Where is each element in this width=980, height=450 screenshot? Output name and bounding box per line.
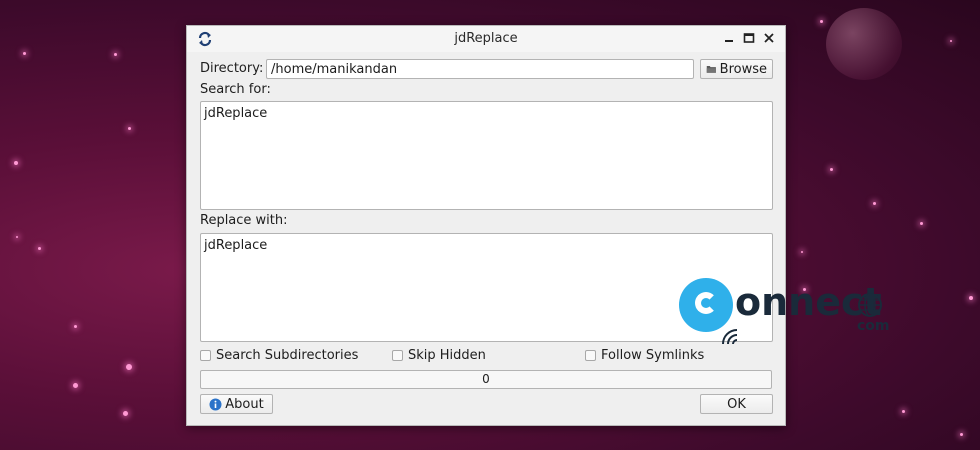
search-textarea[interactable]: [200, 101, 773, 210]
close-icon: [764, 33, 774, 43]
browse-button[interactable]: Browse: [700, 59, 773, 79]
star-decoration: [950, 40, 952, 42]
star-decoration: [73, 383, 78, 388]
close-button[interactable]: [760, 29, 778, 47]
checkbox-box[interactable]: [585, 350, 596, 361]
window-title: jdReplace: [454, 31, 518, 46]
watermark-suffix: com: [857, 318, 890, 334]
search-label: Search for:: [200, 82, 271, 97]
star-decoration: [830, 168, 833, 171]
connect-watermark-logo: onnect com: [679, 278, 911, 348]
star-decoration: [969, 296, 973, 300]
star-decoration: [123, 411, 128, 416]
jdreplace-window: jdReplace Directory: /home/manikandan Br…: [186, 25, 786, 426]
skip-hidden-checkbox[interactable]: Skip Hidden: [392, 348, 486, 363]
info-icon: [209, 398, 222, 410]
star-decoration: [114, 53, 117, 56]
checkbox-box[interactable]: [392, 350, 403, 361]
ok-button[interactable]: OK: [700, 394, 773, 414]
directory-input[interactable]: [266, 59, 694, 79]
about-button[interactable]: About: [200, 394, 273, 414]
star-decoration: [128, 127, 131, 130]
star-decoration: [920, 222, 923, 225]
folder-icon: [706, 65, 716, 73]
star-decoration: [873, 202, 876, 205]
star-decoration: [820, 20, 823, 23]
desktop-background: jdReplace Directory: /home/manikandan Br…: [0, 0, 980, 450]
progress-bar: 0: [200, 370, 772, 389]
follow-symlinks-checkbox[interactable]: Follow Symlinks: [585, 348, 704, 363]
star-decoration: [14, 161, 18, 165]
star-decoration: [16, 236, 18, 238]
search-subdirectories-checkbox[interactable]: Search Subdirectories: [200, 348, 358, 363]
star-decoration: [38, 247, 41, 250]
star-decoration: [23, 52, 26, 55]
about-label: About: [225, 396, 264, 412]
maximize-button[interactable]: [740, 29, 758, 47]
moon-decoration: [826, 8, 902, 80]
directory-label: Directory:: [200, 61, 264, 76]
checkbox-box[interactable]: [200, 350, 211, 361]
minimize-icon: [725, 40, 733, 42]
star-decoration: [902, 410, 905, 413]
follow-symlinks-label: Follow Symlinks: [601, 348, 705, 363]
globe-icon: [858, 293, 882, 317]
star-decoration: [801, 251, 803, 253]
minimize-button[interactable]: [720, 29, 738, 47]
star-decoration: [74, 325, 77, 328]
search-subdirectories-label: Search Subdirectories: [216, 348, 359, 363]
skip-hidden-label: Skip Hidden: [408, 348, 486, 363]
star-decoration: [960, 433, 963, 436]
progress-text: 0: [482, 372, 490, 386]
browse-label: Browse: [719, 61, 767, 77]
title-bar[interactable]: jdReplace: [187, 26, 785, 52]
star-decoration: [126, 364, 132, 370]
ok-label: OK: [727, 396, 746, 412]
maximize-icon: [743, 33, 755, 43]
replace-label: Replace with:: [200, 213, 288, 228]
